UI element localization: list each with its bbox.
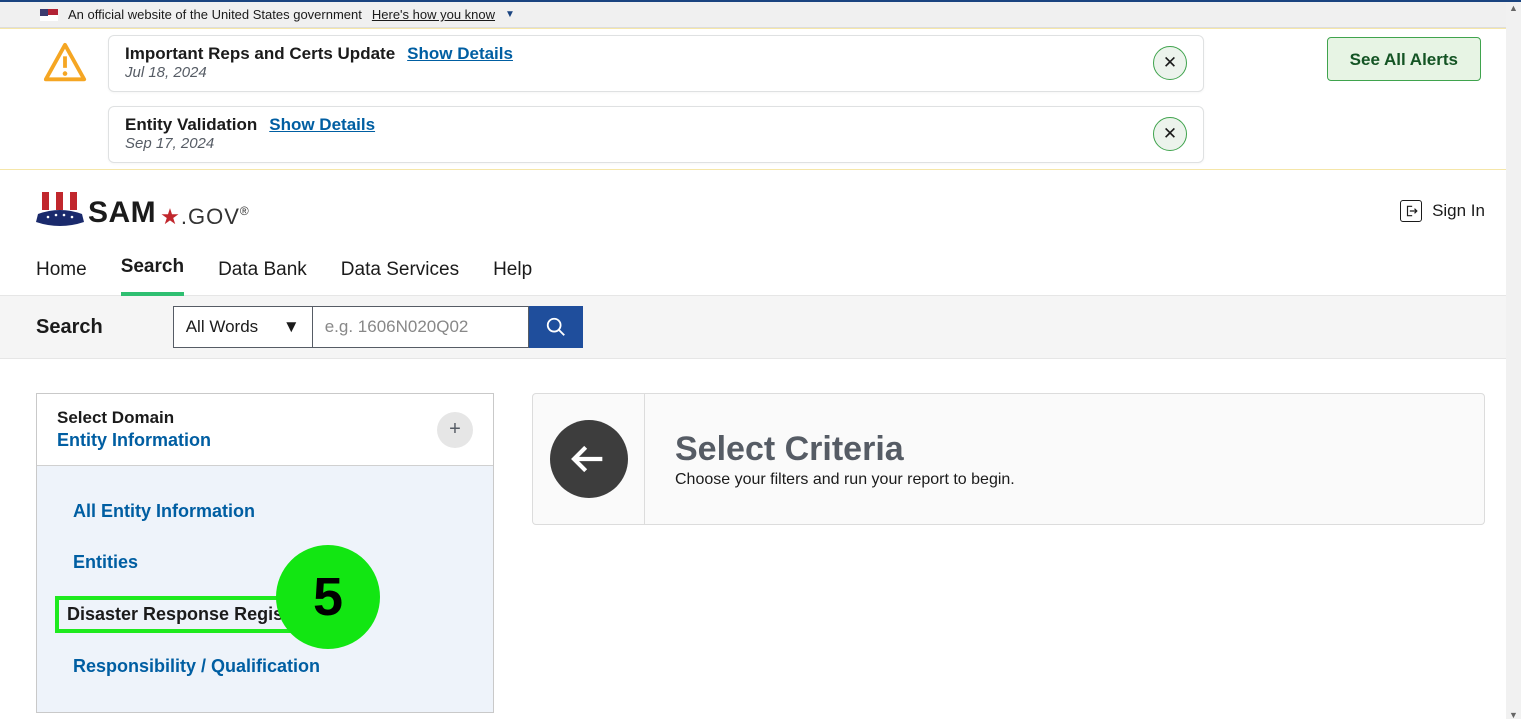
alert-title: Entity Validation <box>125 115 257 135</box>
alert-date: Sep 17, 2024 <box>125 135 375 152</box>
nav-home[interactable]: Home <box>36 259 87 295</box>
logo-text-suffix: ★.GOV® <box>160 204 250 230</box>
sidebar-item-disaster-response[interactable]: Disaster Response Registry <box>67 604 306 624</box>
us-flag-icon <box>40 9 58 21</box>
nav-data-services[interactable]: Data Services <box>341 259 459 295</box>
alert-card: Important Reps and Certs Update Show Det… <box>108 35 1204 92</box>
search-mode-select[interactable]: All Words ▼ <box>173 306 313 348</box>
search-button[interactable] <box>529 306 583 348</box>
main-content: Select Domain Entity Information + All E… <box>0 359 1521 713</box>
chevron-down-icon: ▼ <box>505 9 515 20</box>
site-header: SAM ★.GOV® Sign In <box>0 170 1521 248</box>
alert-date: Jul 18, 2024 <box>125 64 513 81</box>
nav-help[interactable]: Help <box>493 259 532 295</box>
sign-in-icon <box>1400 200 1422 222</box>
scroll-down-icon[interactable]: ▼ <box>1506 709 1521 719</box>
nav-data-bank[interactable]: Data Bank <box>218 259 307 295</box>
sidebar-header-value[interactable]: Entity Information <box>57 430 211 451</box>
logo-icon <box>36 192 86 230</box>
nav-search[interactable]: Search <box>121 256 184 296</box>
criteria-subtitle: Choose your filters and run your report … <box>675 471 1015 489</box>
sign-in-label: Sign In <box>1432 201 1485 221</box>
chevron-down-icon: ▼ <box>283 317 300 337</box>
results-panel: Select Criteria Choose your filters and … <box>532 393 1485 713</box>
alerts-region: Important Reps and Certs Update Show Det… <box>0 28 1521 170</box>
sidebar-header-label: Select Domain <box>57 408 211 428</box>
vertical-scrollbar[interactable]: ▲ ▼ <box>1506 2 1521 719</box>
alert-show-details-link[interactable]: Show Details <box>407 44 513 64</box>
see-all-alerts-button[interactable]: See All Alerts <box>1327 37 1481 81</box>
logo-text-main: SAM <box>88 196 156 230</box>
sidebar-header: Select Domain Entity Information + <box>37 394 493 466</box>
sign-in-button[interactable]: Sign In <box>1400 200 1485 222</box>
domain-sidebar: Select Domain Entity Information + All E… <box>36 393 494 713</box>
alert-title: Important Reps and Certs Update <box>125 44 395 64</box>
search-label: Search <box>36 316 103 339</box>
plus-icon: + <box>449 418 461 441</box>
alert-card: Entity Validation Show Details Sep 17, 2… <box>108 106 1204 163</box>
close-icon[interactable]: ✕ <box>1153 117 1187 151</box>
gov-banner: An official website of the United States… <box>0 2 1521 28</box>
search-input-placeholder: e.g. 1606N020Q02 <box>325 317 469 337</box>
close-icon[interactable]: ✕ <box>1153 46 1187 80</box>
warning-icon <box>42 41 88 87</box>
scroll-up-icon[interactable]: ▲ <box>1506 2 1521 14</box>
arrow-left-icon <box>569 439 609 479</box>
back-button[interactable] <box>550 420 628 498</box>
sidebar-item-entities[interactable]: Entities <box>37 537 493 588</box>
gov-banner-text: An official website of the United States… <box>68 7 362 22</box>
search-bar: Search All Words ▼ e.g. 1606N020Q02 <box>0 296 1521 359</box>
annotation-step-badge: 5 <box>276 545 380 649</box>
logo[interactable]: SAM ★.GOV® <box>36 192 250 230</box>
search-mode-value: All Words <box>186 317 258 337</box>
select-criteria-card: Select Criteria Choose your filters and … <box>532 393 1485 525</box>
search-icon <box>545 316 567 338</box>
sidebar-body: All Entity Information Entities Disaster… <box>37 466 493 712</box>
gov-banner-link[interactable]: Here's how you know <box>372 7 495 22</box>
alert-show-details-link[interactable]: Show Details <box>269 115 375 135</box>
primary-nav: Home Search Data Bank Data Services Help <box>0 248 1521 296</box>
criteria-title: Select Criteria <box>675 430 1015 469</box>
sidebar-item-all-entity[interactable]: All Entity Information <box>37 486 493 537</box>
sidebar-item-responsibility[interactable]: Responsibility / Qualification <box>37 641 493 692</box>
expand-domain-button[interactable]: + <box>437 412 473 448</box>
search-input[interactable]: e.g. 1606N020Q02 <box>313 306 529 348</box>
